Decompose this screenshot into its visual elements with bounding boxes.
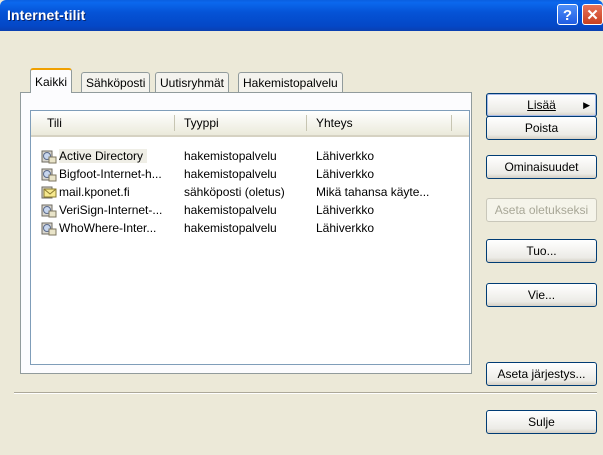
account-type: hakemistopalvelu bbox=[184, 149, 277, 163]
title-bar: Internet-tilit ? ✕ bbox=[0, 0, 603, 31]
directory-service-icon bbox=[41, 168, 57, 182]
close-button[interactable]: Sulje bbox=[486, 410, 597, 434]
list-item[interactable]: WhoWhere-Inter... hakemistopalvelu Lähiv… bbox=[31, 219, 469, 237]
list-item[interactable]: Active Directory hakemistopalvelu Lähive… bbox=[31, 147, 469, 165]
submenu-arrow-icon: ▶ bbox=[583, 100, 590, 110]
directory-service-icon bbox=[41, 204, 57, 218]
remove-button[interactable]: Poista bbox=[486, 116, 597, 140]
add-button[interactable]: Lisää ▶ bbox=[486, 93, 597, 117]
import-button[interactable]: Tuo... bbox=[486, 239, 597, 263]
directory-service-icon bbox=[41, 222, 57, 236]
account-connection: Lähiverkko bbox=[316, 221, 375, 235]
list-item[interactable]: mail.kponet.fi sähköposti (oletus) Mikä … bbox=[31, 183, 469, 201]
list-item[interactable]: Bigfoot-Internet-h... hakemistopalvelu L… bbox=[31, 165, 469, 183]
add-button-label: Lisää bbox=[527, 98, 556, 112]
account-connection: Lähiverkko bbox=[316, 203, 375, 217]
account-name: Bigfoot-Internet-h... bbox=[59, 167, 162, 181]
account-name: WhoWhere-Inter... bbox=[59, 221, 157, 235]
set-order-button[interactable]: Aseta järjestys... bbox=[486, 362, 597, 386]
tab-hakemistopalvelu[interactable]: Hakemistopalvelu bbox=[238, 72, 343, 93]
list-item[interactable]: VeriSign-Internet-... hakemistopalvelu L… bbox=[31, 201, 469, 219]
account-type: hakemistopalvelu bbox=[184, 221, 277, 235]
export-button[interactable]: Vie... bbox=[486, 283, 597, 307]
account-connection: Mikä tahansa käyte... bbox=[316, 185, 430, 199]
mail-account-icon bbox=[41, 186, 57, 199]
account-connection: Lähiverkko bbox=[316, 167, 375, 181]
column-header-tili[interactable]: Tili bbox=[47, 116, 62, 130]
column-divider[interactable] bbox=[451, 115, 452, 131]
column-header-yhteys[interactable]: Yhteys bbox=[316, 116, 353, 130]
properties-button[interactable]: Ominaisuudet bbox=[486, 155, 597, 179]
column-divider[interactable] bbox=[306, 115, 307, 131]
tab-uutisryhmat[interactable]: Uutisryhmät bbox=[155, 72, 230, 93]
accounts-list[interactable]: Tili Tyyppi Yhteys Active Directory hake… bbox=[30, 110, 470, 365]
column-divider[interactable] bbox=[174, 115, 175, 131]
window-title: Internet-tilit bbox=[7, 7, 86, 23]
tab-kaikki[interactable]: Kaikki bbox=[30, 68, 73, 93]
account-type: hakemistopalvelu bbox=[184, 203, 277, 217]
account-name: VeriSign-Internet-... bbox=[59, 203, 163, 217]
account-name: Active Directory bbox=[59, 149, 148, 163]
set-default-button[interactable]: Aseta oletukseksi bbox=[486, 198, 597, 222]
directory-service-icon bbox=[41, 150, 57, 164]
close-window-button[interactable]: ✕ bbox=[582, 4, 603, 25]
help-button[interactable]: ? bbox=[557, 4, 578, 25]
account-name: mail.kponet.fi bbox=[59, 185, 130, 199]
list-header: Tili Tyyppi Yhteys bbox=[31, 111, 469, 137]
account-type: sähköposti (oletus) bbox=[184, 185, 285, 199]
separator bbox=[14, 392, 597, 394]
account-connection: Lähiverkko bbox=[316, 149, 375, 163]
tab-sahkoposti[interactable]: Sähköposti bbox=[81, 72, 151, 93]
account-type: hakemistopalvelu bbox=[184, 167, 277, 181]
column-header-tyyppi[interactable]: Tyyppi bbox=[184, 116, 219, 130]
